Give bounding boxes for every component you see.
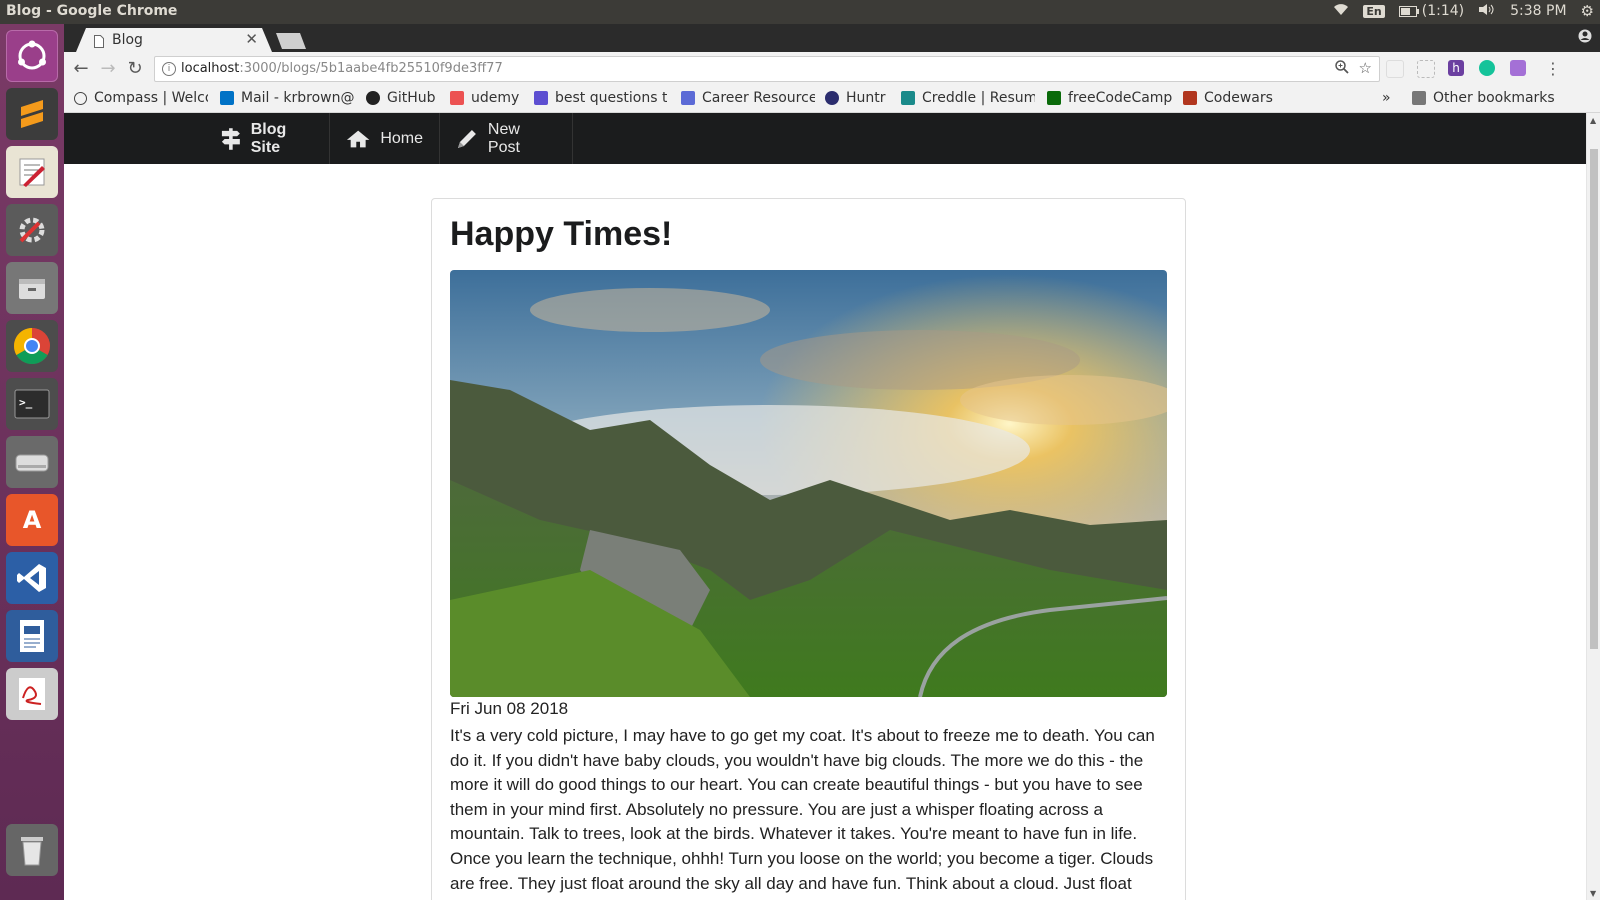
- bookmark-item[interactable]: udemy: [450, 90, 524, 106]
- scroll-up-icon[interactable]: ▲: [1590, 116, 1596, 125]
- zoom-icon[interactable]: [1335, 60, 1349, 78]
- ubuntu-icon[interactable]: [6, 30, 58, 82]
- vscode-icon[interactable]: [6, 552, 58, 604]
- disk-icon[interactable]: [6, 436, 58, 488]
- github-icon: [366, 91, 380, 105]
- files-icon[interactable]: [6, 262, 58, 314]
- brackets-icon: [534, 91, 548, 105]
- folder-icon: [1412, 91, 1426, 105]
- extension-icon-2[interactable]: [1417, 60, 1435, 78]
- page-scrollbar[interactable]: ▲ ▼: [1586, 113, 1600, 900]
- bookmarks-overflow-button[interactable]: »: [1382, 90, 1396, 106]
- extension-icon-1[interactable]: [1386, 60, 1404, 78]
- nav-new-post-label: New Post: [487, 120, 520, 156]
- tab-blog[interactable]: Blog ✕: [76, 28, 272, 52]
- forward-icon[interactable]: →: [97, 58, 119, 80]
- home-icon: [346, 130, 370, 147]
- window-title: Blog - Google Chrome: [6, 3, 178, 19]
- trash-icon[interactable]: [6, 824, 58, 876]
- udemy-icon: [450, 91, 464, 105]
- reload-icon[interactable]: ↻: [124, 58, 146, 80]
- pencil-icon: [457, 129, 476, 148]
- site-navbar: Blog Site Home New Post: [64, 113, 1586, 164]
- bookmark-item[interactable]: Compass | Welco: [74, 90, 208, 106]
- bookmark-item[interactable]: GitHub: [366, 90, 446, 106]
- tab-strip: Blog ✕: [64, 24, 1600, 52]
- writer-icon[interactable]: [6, 610, 58, 662]
- creddle-icon: [901, 91, 915, 105]
- evince-icon[interactable]: [6, 668, 58, 720]
- url-text[interactable]: localhost:3000/blogs/5b1aabe4fb25510f9de…: [181, 61, 503, 76]
- battery-icon: [1398, 5, 1419, 17]
- editor-icon[interactable]: [6, 146, 58, 198]
- system-indicators: En (1:14) 5:38 PM ⚙: [1333, 2, 1594, 20]
- sublime-icon[interactable]: [6, 88, 58, 140]
- document-icon: [681, 91, 695, 105]
- clock[interactable]: 5:38 PM: [1510, 3, 1566, 19]
- software-center-icon[interactable]: A: [6, 494, 58, 546]
- close-icon[interactable]: ✕: [245, 30, 258, 48]
- new-tab-button[interactable]: [276, 33, 306, 49]
- tab-title: Blog: [112, 32, 143, 48]
- system-top-panel: Blog - Google Chrome En (1:14) 5:38 PM ⚙: [0, 0, 1600, 24]
- keyboard-layout-indicator[interactable]: En: [1363, 4, 1385, 18]
- nav-new-post[interactable]: New Post: [440, 113, 573, 164]
- huntr-icon: [825, 91, 839, 105]
- menu-icon[interactable]: ⋮: [1542, 58, 1564, 80]
- svg-text:>_: >_: [19, 396, 33, 409]
- site-info-icon[interactable]: i: [162, 62, 176, 76]
- page-icon: [94, 33, 104, 52]
- battery-time: (1:14): [1421, 3, 1465, 19]
- post-date: Fri Jun 08 2018: [450, 699, 569, 718]
- settings-icon[interactable]: [6, 204, 58, 256]
- back-icon[interactable]: ←: [70, 58, 92, 80]
- battery-indicator[interactable]: (1:14): [1398, 3, 1465, 19]
- signpost-icon: [221, 127, 240, 150]
- browser-window: Blog ✕ ← → ↻ i localhost:3000/blogs/5b1a…: [64, 24, 1600, 900]
- post-body: It's a very cold picture, I may have to …: [450, 726, 1155, 900]
- grammarly-icon[interactable]: [1479, 60, 1495, 76]
- nav-home[interactable]: Home: [330, 113, 440, 164]
- bookmark-item[interactable]: freeCodeCamp: [1047, 90, 1173, 106]
- ubuntu-launcher: >_ A: [0, 24, 64, 900]
- outlook-icon: [220, 91, 234, 105]
- terminal-icon[interactable]: >_: [6, 378, 58, 430]
- other-bookmarks[interactable]: Other bookmarks: [1412, 90, 1562, 106]
- freecodecamp-icon: [1047, 91, 1061, 105]
- bookmark-item[interactable]: Mail - krbrown@: [220, 90, 354, 106]
- chrome-icon[interactable]: [6, 320, 58, 372]
- extension-badge-icon[interactable]: [1510, 60, 1526, 76]
- compass-icon: [74, 91, 87, 105]
- system-gear-icon[interactable]: ⚙: [1581, 2, 1594, 20]
- profile-icon[interactable]: [1578, 29, 1592, 47]
- bookmarks-bar: Compass | Welco Mail - krbrown@ GitHub u…: [64, 86, 1600, 113]
- web-page: Blog Site Home New Post Happy Times! Fri…: [64, 113, 1586, 900]
- brand-link[interactable]: Blog Site: [205, 113, 330, 164]
- bookmark-item[interactable]: Codewars: [1183, 90, 1281, 106]
- wifi-icon[interactable]: [1333, 3, 1349, 20]
- volume-icon[interactable]: [1478, 3, 1496, 20]
- scroll-down-icon[interactable]: ▼: [1590, 889, 1596, 898]
- bookmark-item[interactable]: best questions t: [534, 90, 670, 106]
- post-title: Happy Times!: [450, 215, 673, 253]
- honey-extension-icon[interactable]: h: [1448, 60, 1464, 76]
- bookmark-item[interactable]: Creddle | Resum: [901, 90, 1035, 106]
- browser-toolbar: ← → ↻ i localhost:3000/blogs/5b1aabe4fb2…: [64, 52, 1600, 86]
- nav-home-label: Home: [380, 129, 423, 147]
- bookmark-star-icon[interactable]: ☆: [1359, 59, 1372, 77]
- bookmark-item[interactable]: Career Resource: [681, 90, 815, 106]
- post-card: Happy Times! Fri Jun 08 2018 It's a very…: [431, 198, 1186, 900]
- codewars-icon: [1183, 91, 1197, 105]
- bookmark-item[interactable]: Huntr: [825, 90, 891, 106]
- post-image: [450, 270, 1167, 697]
- address-bar[interactable]: i localhost:3000/blogs/5b1aabe4fb25510f9…: [154, 56, 1380, 82]
- scrollbar-thumb[interactable]: [1590, 149, 1598, 649]
- brand-label: Blog Site: [250, 120, 287, 156]
